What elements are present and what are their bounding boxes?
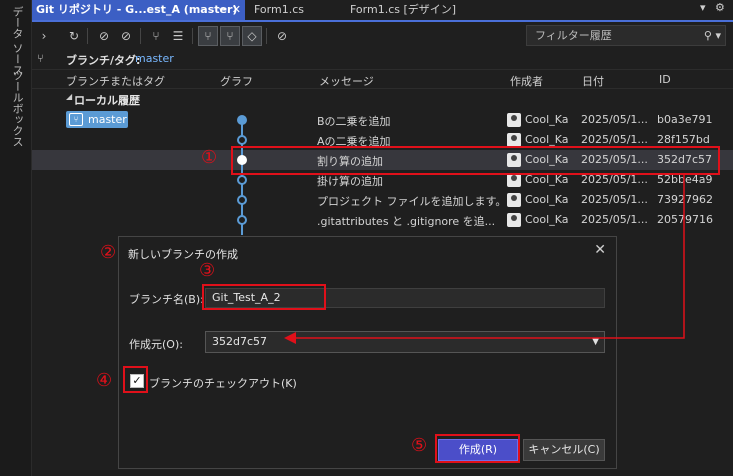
toolbar: › ↻ ⊘ ⊘ ⑂ ☰ ⑂ ⑂ ◇ ⊘ フィルター履歴 ⚲ ▾ [32,22,733,50]
gear-icon[interactable]: ⚙ [715,1,725,14]
branch-tag-master[interactable]: ⑂ master [66,111,128,128]
tab-overflow-icon[interactable]: ▾ [700,1,706,14]
toolbar-separator [266,28,267,44]
hide-icon[interactable]: ⊘ [272,26,292,46]
collapse-caret-icon[interactable]: ◢ [66,92,72,101]
tab-form1-cs[interactable]: Form1.cs [250,0,350,20]
column-graph[interactable]: グラフ [220,73,253,89]
commit-author: Cool_Ka [525,133,569,146]
commit-id: b0a3e791 [657,113,713,126]
side-tab-datasource[interactable]: データ ソース [9,6,25,76]
close-icon[interactable]: ✕ [232,0,241,20]
toolbar-separator [87,28,88,44]
commit-id: 28f157bd [657,133,710,146]
annotation-number: ④ [96,370,113,391]
tab-form1-design[interactable]: Form1.cs [デザイン] [346,0,486,20]
side-tool-strip: データ ソース ツールボックス [0,0,32,476]
filter-placeholder: フィルター履歴 [535,29,612,42]
avatar [507,133,521,147]
search-icon[interactable]: ⚲ ▾ [704,26,721,45]
filter-history-input[interactable]: フィルター履歴 ⚲ ▾ [526,25,726,46]
column-date[interactable]: 日付 [582,73,604,89]
branch-name-label: ブランチ名(B): [129,293,204,306]
annotation-number: ⑤ [411,435,428,456]
show-remote-branches-icon[interactable]: ⑂ [220,26,240,46]
graph-node [237,135,247,145]
branch-icon[interactable]: ⑂ [146,26,166,46]
column-branch-tag[interactable]: ブランチまたはタグ [66,73,165,89]
side-tab-toolbox[interactable]: ツールボックス [9,70,25,147]
tab-label: Git リポジトリ - G...est_A (master) [36,3,238,16]
source-label: 作成元(O): [129,338,183,351]
graph-node [237,195,247,205]
commit-row[interactable]: Bの二乗を追加 Cool_Ka 2025/05/1... b0a3e791 [32,110,733,130]
show-branches-icon[interactable]: ⑂ [198,26,218,46]
document-tab-bar: Git リポジトリ - G...est_A (master) ⊸ ✕ Form1… [32,0,733,22]
annotation-box-checkbox [123,366,148,393]
branch-selector[interactable]: ブランチ/タグ: master [32,50,733,68]
branch-tag-label: master [88,113,127,126]
graph-node [237,175,247,185]
branch-label: ブランチ/タグ: [66,54,141,67]
annotation-number: ① [201,147,218,168]
refresh-icon[interactable]: ↻ [64,26,84,46]
graph-node [237,115,247,125]
toolbar-separator [140,28,141,44]
branch-icon: ⑂ [69,113,83,126]
source-value: 352d7c57 [212,335,268,348]
branch-value[interactable]: master [135,52,174,65]
group-label: ローカル履歴 [74,94,140,107]
toolbar-separator [192,28,193,44]
column-id[interactable]: ID [659,73,671,86]
local-history-group[interactable]: ◢ ローカル履歴 [32,90,733,108]
tab-git-repository[interactable]: Git リポジトリ - G...est_A (master) ⊸ ✕ [32,0,245,20]
annotation-number: ② [100,242,117,263]
checkout-label: ブランチのチェックアウト(K) [149,377,297,390]
cancel-button[interactable]: キャンセル(C) [523,439,605,461]
list-icon[interactable]: ☰ [168,26,188,46]
dialog-title: 新しいブランチの作成 [128,248,238,261]
show-tags-icon[interactable]: ◇ [242,26,262,46]
annotation-number: ③ [199,260,216,281]
graph-node [237,215,247,225]
annotation-box-create-button [435,434,520,463]
column-author[interactable]: 作成者 [510,73,543,89]
commit-message: Bの二乗を追加 [317,115,391,128]
commit-date: 2025/05/1... [581,113,648,126]
commit-date: 2025/05/1... [581,133,648,146]
compare-icon[interactable]: ⊘ [94,26,114,46]
commit-author: Cool_Ka [525,113,569,126]
column-header-row: ブランチまたはタグ グラフ メッセージ 作成者 日付 ID [32,69,733,89]
compare-commits-icon[interactable]: ⊘ [116,26,136,46]
chevron-right-icon[interactable]: › [34,26,54,46]
column-message[interactable]: メッセージ [319,73,374,89]
annotation-arrow [284,175,685,344]
pin-icon[interactable]: ⊸ [219,0,227,20]
annotation-box-branch-name [202,284,326,310]
avatar [507,113,521,127]
